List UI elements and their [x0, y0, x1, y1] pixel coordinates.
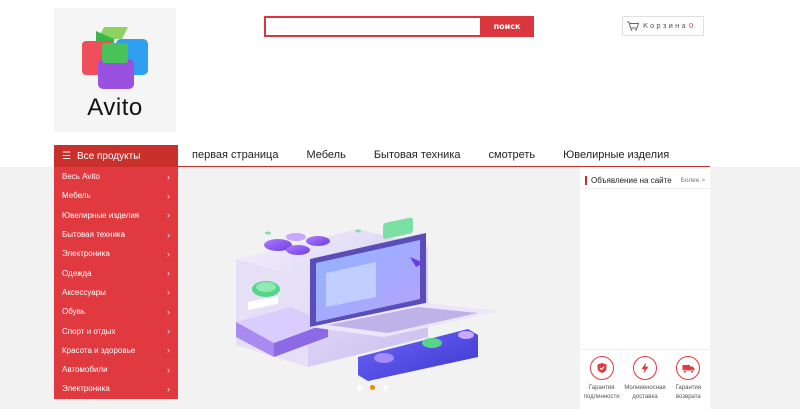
guarantee-label: возврата — [675, 394, 701, 400]
cart-count: 0 — [688, 22, 694, 30]
guarantee-delivery: Молниеносная доставка — [624, 356, 666, 409]
nav-link-furniture[interactable]: Мебель — [306, 149, 345, 161]
lightning-icon — [632, 356, 657, 380]
sidebar-item-label: Ювелирные изделия — [62, 210, 140, 220]
guarantee-return: Гарантия возврата — [667, 356, 709, 409]
guarantee-label: подлинности — [583, 394, 620, 400]
nav-link-jewelry[interactable]: Ювелирные изделия — [563, 149, 669, 161]
laptop-printer-illustration — [236, 217, 500, 381]
chevron-right-icon: › — [167, 248, 170, 259]
search-button[interactable]: поиск — [480, 16, 534, 37]
cart-button[interactable]: Корзина 0 — [622, 16, 704, 36]
carousel-dot[interactable] — [383, 385, 388, 390]
cart-icon — [627, 21, 639, 31]
chevron-right-icon: › — [167, 268, 170, 279]
carousel-dot-active[interactable] — [370, 385, 375, 390]
sidebar-item-label: Автомобили — [62, 365, 108, 375]
search-bar: поиск — [264, 16, 534, 37]
sidebar-item[interactable]: Ювелирные изделия › — [54, 206, 178, 225]
nav-link-home[interactable]: первая страница — [192, 149, 278, 161]
carousel-dots — [357, 385, 388, 390]
guarantees: Гарантия подлинности Молниеносная достав… — [580, 349, 710, 409]
nav-link-appliances[interactable]: Бытовая техника — [374, 149, 461, 161]
sidebar-item[interactable]: Красота и здоровье › — [54, 341, 178, 360]
divider — [580, 188, 710, 189]
page: Avito поиск Корзина 0 ☰ Все продукты пер… — [0, 0, 800, 409]
more-link[interactable]: Более > — [681, 177, 705, 184]
all-products-label: Все продукты — [76, 150, 141, 162]
guarantee-label: Молниеносная — [624, 385, 666, 391]
category-sidebar: Весь Avito › Мебель › Ювелирные изделия › Б… — [54, 167, 178, 399]
sidebar-item[interactable]: Электроника › — [54, 379, 178, 398]
guarantee-label: доставка — [632, 394, 658, 400]
sidebar-item-label: Весь Avito — [62, 172, 100, 182]
sidebar-item[interactable]: Аксессуары › — [54, 283, 178, 302]
logo-text: Avito — [87, 94, 143, 121]
menu-icon: ☰ — [62, 150, 71, 162]
chevron-right-icon: › — [167, 306, 170, 317]
cart-label: Корзина — [643, 22, 688, 30]
promo-banner[interactable] — [178, 167, 580, 399]
sidebar-item[interactable]: Мебель › — [54, 186, 178, 205]
chevron-right-icon: › — [167, 364, 170, 375]
sidebar-item-label: Электроника — [62, 249, 110, 259]
sidebar-item-label: Мебель — [62, 191, 91, 201]
chevron-right-icon: › — [167, 345, 170, 356]
sidebar-item-label: Электроника — [62, 384, 110, 394]
sidebar-item[interactable]: Спорт и отдых › — [54, 321, 178, 340]
sidebar-item[interactable]: Электроника › — [54, 244, 178, 263]
sidebar-item-label: Одежда — [62, 268, 92, 278]
main-nav: первая страница Мебель Бытовая техника с… — [192, 149, 697, 161]
chevron-right-icon: › — [167, 383, 170, 394]
sidebar-item[interactable]: Бытовая техника › — [54, 225, 178, 244]
chevron-right-icon: › — [167, 326, 170, 337]
announcements-panel: Объявление на сайте Более > Гарантия под… — [580, 167, 710, 409]
sidebar-item-label: Спорт и отдых — [62, 326, 116, 336]
all-products-button[interactable]: ☰ Все продукты — [54, 145, 178, 167]
announcements-header: Объявление на сайте Более > — [585, 174, 705, 186]
chevron-right-icon: › — [167, 190, 170, 201]
chevron-right-icon: › — [167, 287, 170, 298]
avito-cubes-icon — [82, 27, 148, 89]
sidebar-item-label: Бытовая техника — [62, 230, 126, 240]
logo[interactable]: Avito — [54, 8, 176, 132]
chevron-right-icon: › — [167, 229, 170, 240]
search-input[interactable] — [264, 16, 480, 37]
announcements-title: Объявление на сайте — [585, 175, 672, 185]
carousel-dot[interactable] — [357, 385, 362, 390]
truck-icon — [676, 356, 701, 380]
guarantee-label: Гарантия — [675, 385, 702, 391]
sidebar-item-label: Аксессуары — [62, 287, 106, 297]
sidebar-item[interactable]: Весь Avito › — [54, 167, 178, 186]
guarantee-authenticity: Гарантия подлинности — [581, 356, 623, 409]
sidebar-item[interactable]: Автомобили › — [54, 360, 178, 379]
nav-link-watch[interactable]: смотреть — [489, 149, 536, 161]
chevron-right-icon: › — [167, 210, 170, 221]
chevron-right-icon: › — [167, 171, 170, 182]
sidebar-item[interactable]: Одежда › — [54, 263, 178, 282]
sidebar-item-label: Обувь — [62, 307, 86, 317]
guarantee-label: Гарантия — [588, 385, 615, 391]
sidebar-item-label: Красота и здоровье — [62, 345, 136, 355]
sidebar-item[interactable]: Обувь › — [54, 302, 178, 321]
shield-icon — [589, 356, 614, 380]
